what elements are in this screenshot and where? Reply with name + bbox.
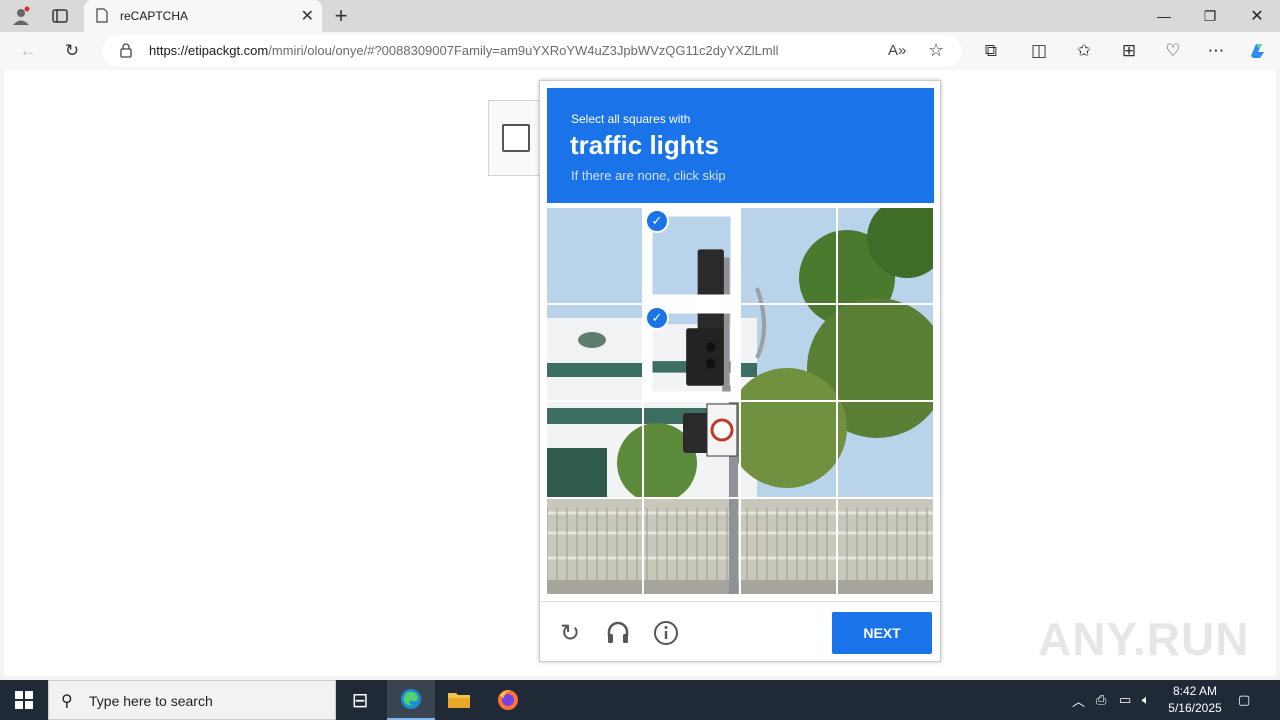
taskbar-clock[interactable]: 8:42 AM 5/16/2025 [1160,683,1230,717]
reload-icon[interactable]: ↻ [555,618,585,648]
close-tab-icon[interactable]: ✕ [301,6,314,26]
tile-image [838,208,933,303]
browser-toolbar: ← ↻ https://etipackgt.com/mmiri/olou/ony… [0,32,1280,70]
prompt-text: Select all squares with [571,112,691,126]
challenge-footer: ↻ NEXT [540,601,940,661]
new-tab-icon[interactable]: + [330,3,352,28]
tray-meet-icon[interactable]: ⎙ [1096,680,1106,720]
captcha-tile[interactable] [644,499,739,594]
lock-icon[interactable] [120,43,132,63]
tile-image [741,208,836,303]
minimize-icon[interactable]: — [1141,4,1187,28]
browser-essentials-icon[interactable]: ♡ [1161,40,1185,62]
captcha-tile[interactable] [741,499,836,594]
tile-image [547,499,642,594]
tile-image [838,305,933,400]
audio-icon[interactable] [603,618,633,648]
info-icon[interactable] [651,618,681,648]
notifications-icon[interactable]: ▢ [1238,680,1250,720]
image-grid: ✓ ✓ [547,208,934,595]
captcha-tile[interactable] [547,208,642,303]
search-placeholder: Type here to search [89,693,213,709]
captcha-tile[interactable] [838,305,933,400]
url-text: https://etipackgt.com/mmiri/olou/onye/#?… [149,43,779,58]
browser-titlebar: reCAPTCHA ✕ + — ❐ ✕ [0,0,1280,33]
read-aloud-icon[interactable]: A» [888,42,906,59]
more-options-icon[interactable]: ⋯ [1204,40,1228,62]
favorite-star-icon[interactable]: ☆ [928,40,944,61]
edge-icon[interactable] [387,680,435,720]
challenge-header: Select all squares with traffic lights I… [547,88,934,203]
firefox-icon[interactable] [484,680,532,720]
volume-icon[interactable]: 🔈︎ [1142,680,1150,720]
network-icon[interactable]: ▭ [1119,680,1131,720]
clock-date: 5/16/2025 [1168,701,1222,715]
captcha-tile[interactable] [741,208,836,303]
tile-image [547,402,642,497]
file-explorer-icon[interactable] [435,680,483,720]
captcha-tile[interactable] [741,305,836,400]
tile-image [644,402,739,497]
taskbar-search[interactable]: ⚲ Type here to search [48,680,336,720]
recaptcha-checkbox[interactable] [502,124,530,152]
back-icon[interactable]: ← [16,40,40,62]
captcha-tile[interactable] [838,499,933,594]
tile-image [547,305,642,400]
captcha-tile[interactable] [547,402,642,497]
next-button[interactable]: NEXT [832,612,932,654]
tile-image [644,499,739,594]
watermark: ANY.RUN [1038,613,1250,665]
extensions-icon[interactable]: ⧉ [979,40,1003,62]
profile-icon[interactable] [10,5,32,27]
tile-image [741,402,836,497]
tab-actions-icon[interactable] [49,5,71,27]
tab-title: reCAPTCHA [120,9,189,23]
close-window-icon[interactable]: ✕ [1234,4,1280,28]
selected-check-icon: ✓ [645,209,669,233]
captcha-tile[interactable] [838,208,933,303]
selected-check-icon: ✓ [645,306,669,330]
captcha-tile[interactable] [644,402,739,497]
captcha-tile[interactable]: ✓ [644,208,739,303]
page-icon [96,8,108,28]
captcha-tile[interactable] [741,402,836,497]
tile-image [838,402,933,497]
task-view-icon[interactable]: ⊟ [336,680,384,720]
browser-tab[interactable]: reCAPTCHA ✕ [84,0,322,33]
captcha-tile[interactable] [547,305,642,400]
prompt-subtext: If there are none, click skip [571,168,726,183]
captcha-challenge: Select all squares with traffic lights I… [539,80,941,662]
tile-image [547,208,642,303]
split-screen-icon[interactable]: ◫ [1027,40,1051,62]
prompt-target: traffic lights [570,130,719,160]
captcha-tile[interactable] [838,402,933,497]
search-icon: ⚲ [61,693,73,710]
refresh-icon[interactable]: ↻ [60,40,84,62]
tile-image [838,499,933,594]
windows-start-icon[interactable] [0,680,48,720]
clock-time: 8:42 AM [1172,684,1218,698]
taskbar: ⚲ Type here to search ⊟ ︿ ⎙ ▭ 🔈︎ 8:42 AM… [0,680,1280,720]
favorites-icon[interactable]: ✩ [1072,40,1096,62]
restore-icon[interactable]: ❐ [1187,4,1233,28]
tile-image [741,305,836,400]
captcha-tile[interactable]: ✓ [644,305,739,400]
tray-chevron-icon[interactable]: ︿ [1072,680,1085,720]
collections-icon[interactable]: ⊞ [1117,40,1141,62]
tile-image [741,499,836,594]
address-bar[interactable]: https://etipackgt.com/mmiri/olou/onye/#?… [102,35,962,67]
captcha-tile[interactable] [547,499,642,594]
copilot-icon[interactable] [1246,40,1270,62]
